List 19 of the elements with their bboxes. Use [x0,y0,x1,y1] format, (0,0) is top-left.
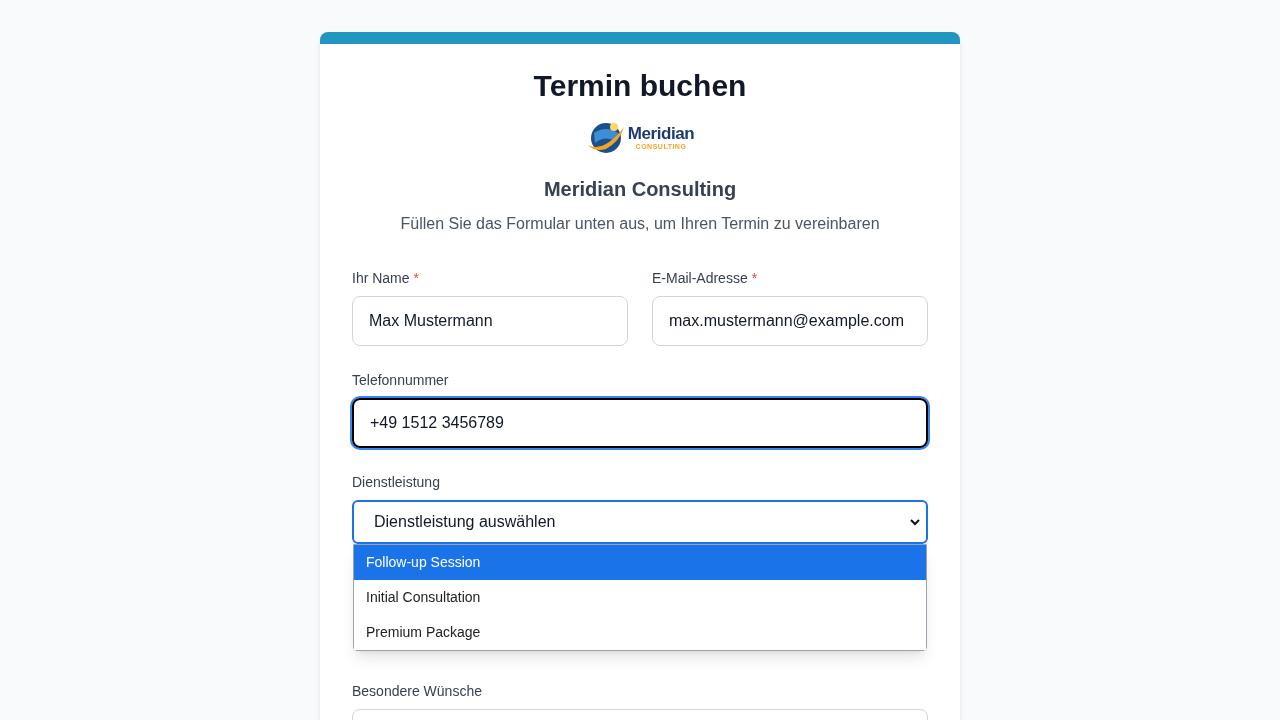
input-field[interactable]: Max Mustermann [352,296,628,346]
dropdown-option[interactable]: Premium Package [354,615,926,650]
required-mark: * [751,269,758,288]
input-field[interactable]: max.mustermann@example.com [652,296,928,346]
form-subtitle: Füllen Sie das Formular unten aus, um Ihren Termin zu vereinbaren [400,214,880,234]
page-title: Termin buchen [533,68,747,104]
input-field[interactable]: +49 1512 3456789 [352,398,928,448]
field-label: Ihr Name [352,269,410,288]
field-label: Telefonnummer [352,371,449,390]
required-mark: * [413,269,420,288]
select-field[interactable]: Dienstleistung auswählen [352,500,928,544]
logo-wordmark: Meridian [627,124,695,142]
chevron-down-icon [910,518,920,526]
dropdown-option[interactable]: Follow-up Session [354,545,926,580]
field-label: Dienstleistung [352,473,440,492]
field-label: E-Mail-Adresse [652,269,748,288]
field-label: Besondere Wünsche [352,682,482,701]
dropdown-option[interactable]: Initial Consultation [354,580,926,615]
company-name: Meridian Consulting [543,177,737,202]
